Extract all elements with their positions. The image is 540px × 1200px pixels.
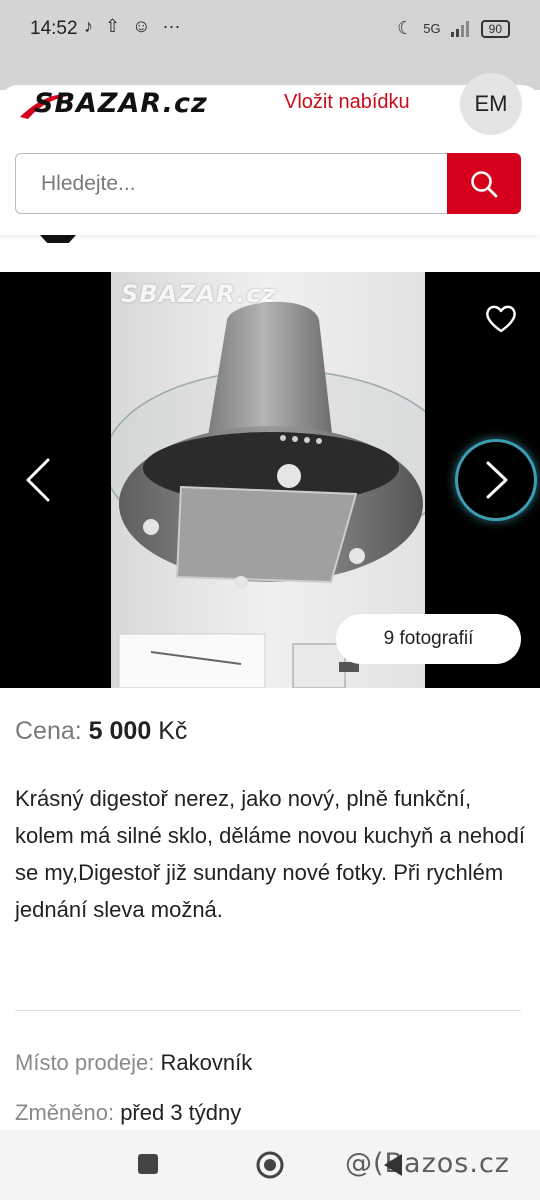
listing-title-fragment — [40, 235, 76, 243]
battery-indicator: 90 — [480, 19, 510, 38]
photo-count-label: 9 fotografií — [383, 628, 474, 649]
status-time: 14:52 — [30, 18, 78, 39]
price: Cena: 5 000 Kč — [15, 717, 187, 746]
heart-icon[interactable] — [484, 302, 518, 336]
status-system-icons: ☾ 5G 90 — [397, 18, 510, 39]
site-header: SBAZAR.cz Vložit nabídku EM — [0, 73, 540, 243]
home-button[interactable] — [255, 1150, 285, 1180]
price-label: Cena: — [15, 717, 82, 745]
svg-text:SBAZAR.cz: SBAZAR.cz — [34, 88, 208, 119]
listing-description: Krásný digestoř nerez, jako nový, plně f… — [15, 786, 525, 922]
location-label: Místo prodeje: — [15, 1050, 155, 1075]
changed-row: Změněno: před 3 týdny — [15, 1100, 241, 1126]
moon-icon: ☾ — [397, 18, 414, 38]
snapchat-icon: ☺ — [132, 16, 151, 36]
user-avatar[interactable]: EM — [460, 73, 522, 135]
watermark-credit: @(Bazos.cz — [345, 1148, 510, 1179]
post-offer-link[interactable]: Vložit nabídku — [284, 91, 410, 114]
signal-icon — [450, 20, 469, 37]
tiktok-icon: ♪ — [84, 16, 93, 36]
status-bar: 14:52 ♪ ⇧ ☺ ··· ☾ 5G 90 — [0, 0, 540, 60]
divider — [15, 1010, 521, 1011]
changed-value: před 3 týdny — [120, 1100, 242, 1125]
recents-button[interactable] — [138, 1154, 158, 1174]
more-dots-icon: ··· — [162, 16, 181, 36]
price-currency: Kč — [158, 717, 188, 745]
chevron-right-icon — [486, 461, 508, 499]
location-row: Místo prodeje: Rakovník — [15, 1050, 252, 1076]
search-input[interactable] — [15, 153, 447, 214]
network-label: 5G — [423, 21, 441, 36]
avatar-initials: EM — [474, 91, 508, 116]
search-button[interactable] — [447, 153, 521, 214]
sbazar-logo[interactable]: SBAZAR.cz — [16, 87, 261, 123]
back-button[interactable] — [382, 1152, 404, 1178]
chevron-left-icon[interactable] — [14, 448, 64, 512]
changed-label: Změněno: — [15, 1100, 115, 1125]
photo-count-button[interactable]: 9 fotografií — [336, 614, 521, 664]
photo-watermark: SBAZAR.cz — [121, 280, 277, 308]
price-value: 5 000 — [88, 717, 152, 745]
search-icon — [471, 170, 498, 197]
status-notification-icons: ♪ ⇧ ☺ ··· — [84, 16, 180, 37]
upload-icon: ⇧ — [105, 16, 121, 36]
location-value: Rakovník — [160, 1050, 253, 1075]
next-photo-button[interactable] — [458, 442, 534, 518]
system-nav-bar: @(Bazos.cz — [0, 1130, 540, 1200]
